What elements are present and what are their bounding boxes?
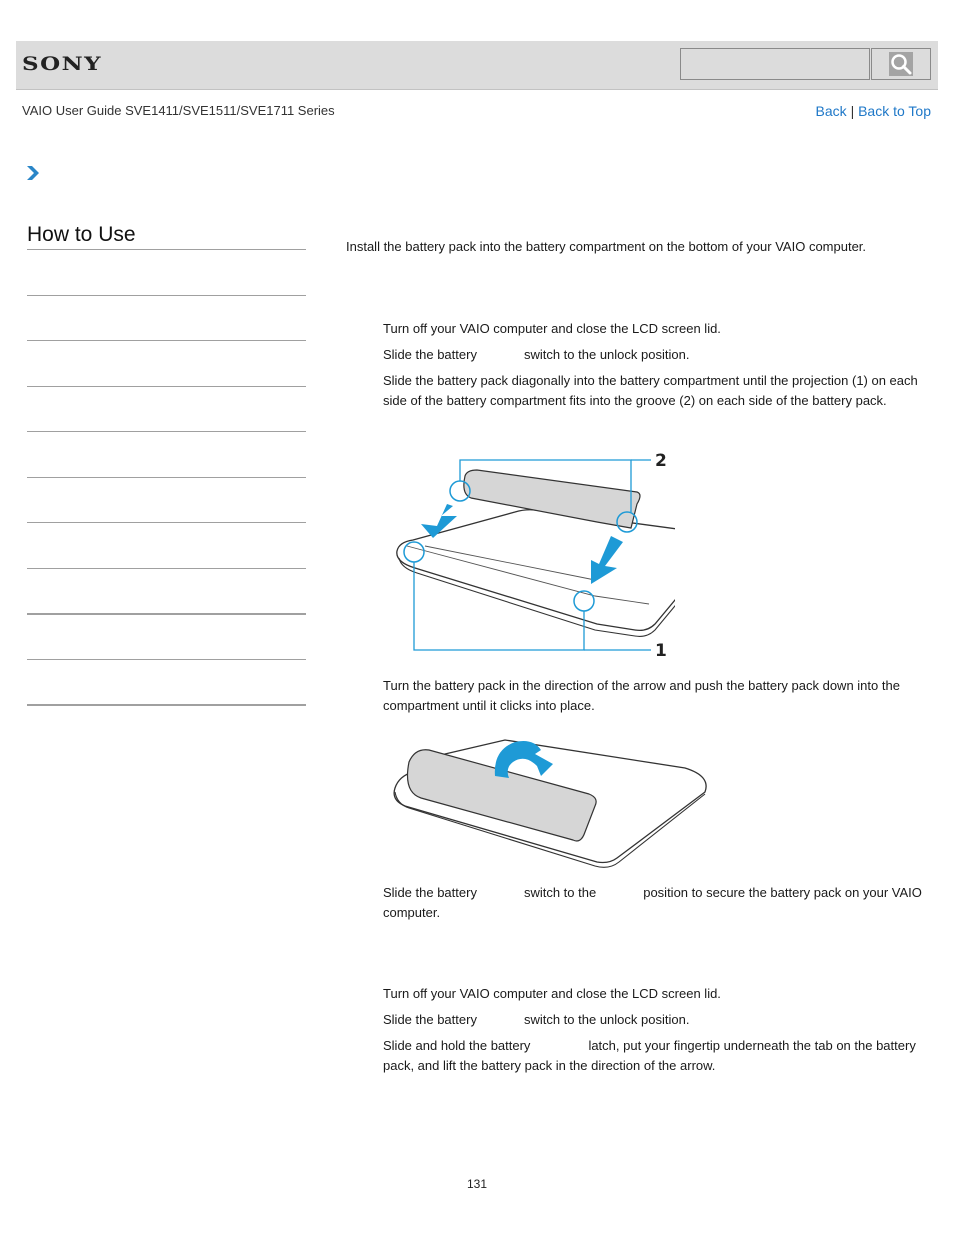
callout-label-projection: 1 bbox=[655, 641, 667, 661]
step-text: switch to the bbox=[523, 885, 597, 900]
install-step-2: Slide the battery switch to the unlock po… bbox=[383, 345, 928, 365]
step-text: Slide the battery bbox=[383, 1012, 477, 1027]
sidebar-item-divider bbox=[27, 431, 306, 432]
sidebar-title: How to Use bbox=[27, 223, 306, 250]
install-step-3: Slide the battery pack diagonally into t… bbox=[383, 373, 918, 408]
step-text: switch to the unlock position. bbox=[523, 1012, 690, 1027]
chevron-right-icon[interactable] bbox=[26, 165, 40, 181]
header-bar: SONY bbox=[16, 41, 938, 90]
sidebar-item-divider bbox=[27, 340, 306, 341]
sidebar-item-divider bbox=[27, 386, 306, 387]
battery-insert-illustration: 2 1 bbox=[396, 451, 675, 661]
sidebar-item-divider bbox=[27, 613, 306, 615]
back-to-top-link[interactable]: Back to Top bbox=[858, 103, 931, 119]
step-text: Slide the battery bbox=[383, 347, 477, 362]
sidebar-item-divider bbox=[27, 659, 306, 660]
install-step-1: Turn off your VAIO computer and close th… bbox=[383, 321, 721, 336]
battery-turn-illustration bbox=[393, 739, 707, 868]
sony-logo: SONY bbox=[22, 53, 103, 76]
remove-step-1: Turn off your VAIO computer and close th… bbox=[383, 986, 721, 1001]
step-text: Slide and hold the battery bbox=[383, 1038, 531, 1053]
guide-title: VAIO User Guide SVE1411/SVE1511/SVE1711 … bbox=[22, 103, 335, 118]
intro-text: Install the battery pack into the batter… bbox=[346, 239, 867, 254]
search-icon bbox=[889, 52, 913, 76]
sidebar-item-divider bbox=[27, 477, 306, 478]
page-number: 131 bbox=[467, 1177, 488, 1191]
install-step-5: Slide the battery switch to the position t… bbox=[383, 883, 928, 923]
sidebar-item-divider bbox=[27, 704, 306, 706]
sidebar-item-divider bbox=[27, 295, 306, 296]
remove-step-3: Slide and hold the battery latch, put you… bbox=[383, 1036, 928, 1076]
callout-label-groove: 2 bbox=[655, 451, 667, 471]
link-separator: | bbox=[850, 103, 855, 119]
search-button[interactable] bbox=[871, 48, 931, 80]
install-step-4: Turn the battery pack in the direction o… bbox=[383, 678, 900, 713]
sidebar-item-divider bbox=[27, 568, 306, 569]
remove-step-2: Slide the battery switch to the unlock po… bbox=[383, 1010, 928, 1030]
search-input[interactable] bbox=[680, 48, 870, 80]
sidebar-item-divider bbox=[27, 522, 306, 523]
top-links: Back | Back to Top bbox=[816, 103, 931, 119]
step-text: Slide the battery bbox=[383, 885, 477, 900]
back-link[interactable]: Back bbox=[816, 103, 847, 119]
step-text: switch to the unlock position. bbox=[523, 347, 690, 362]
